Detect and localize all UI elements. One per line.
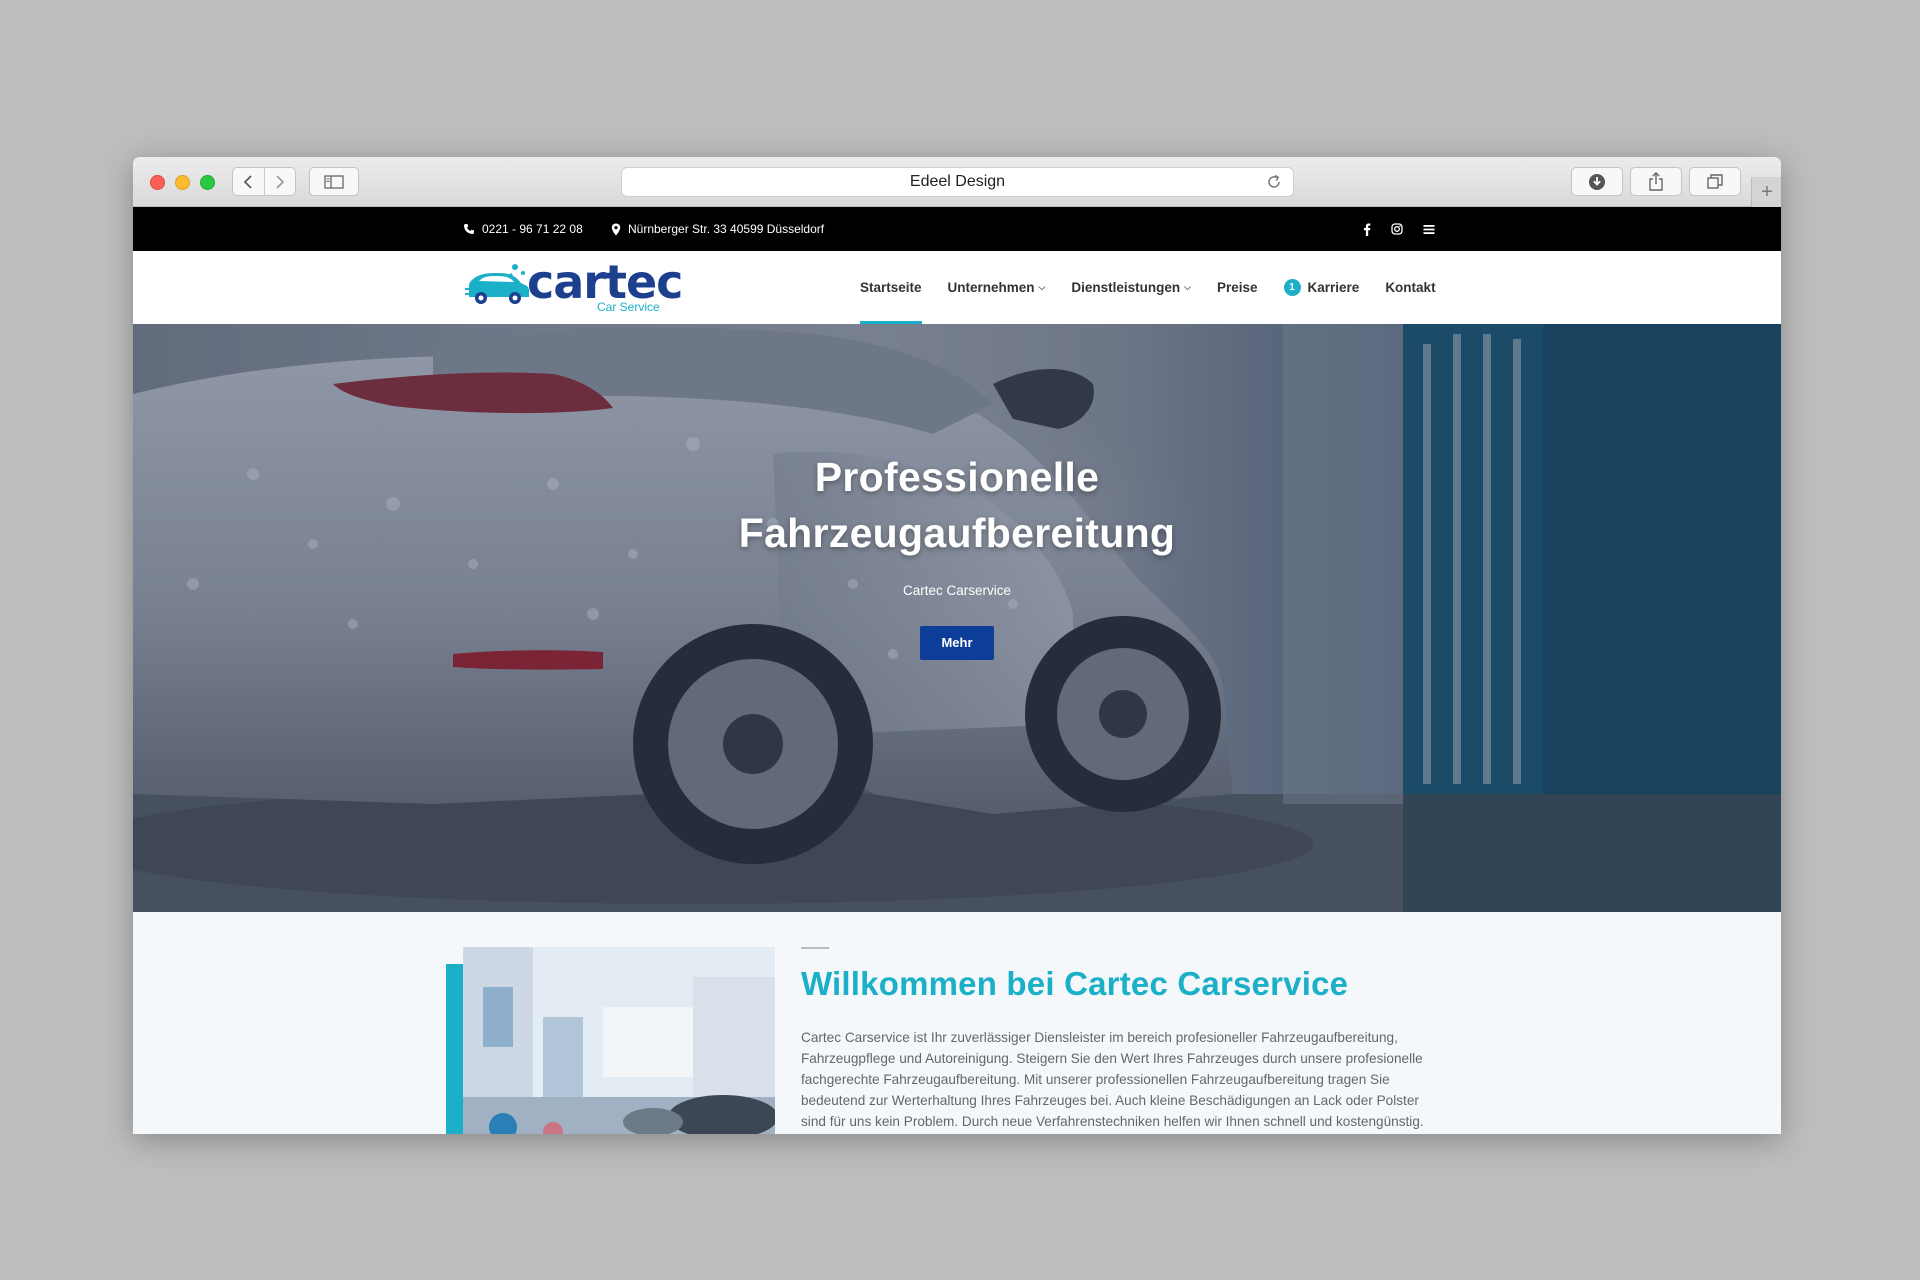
site-logo[interactable]: cartec Car Service bbox=[465, 255, 690, 317]
share-icon bbox=[1649, 171, 1663, 191]
topbar-address[interactable]: Nürnberger Str. 33 40599 Düsseldorf bbox=[611, 207, 824, 251]
new-tab-button[interactable]: + bbox=[1751, 177, 1781, 207]
reload-icon[interactable] bbox=[1265, 173, 1283, 191]
hero-title: Professionelle Fahrzeugaufbereitung bbox=[133, 449, 1781, 561]
forward-button[interactable] bbox=[265, 168, 296, 195]
title-divider bbox=[801, 947, 829, 949]
hero-subtitle: Cartec Carservice bbox=[902, 583, 1012, 598]
facebook-icon[interactable] bbox=[1363, 223, 1371, 236]
browser-toolbar: Edeel Design + bbox=[133, 157, 1781, 207]
main-navigation: Startseite Unternehmen ⌵ Dienstleistunge… bbox=[860, 251, 1462, 324]
hero-content: Professionelle Fahrzeugaufbereitung Cart… bbox=[133, 449, 1781, 660]
downloads-button[interactable] bbox=[1571, 167, 1623, 196]
site-header: cartec Car Service Startseite Unternehme… bbox=[133, 251, 1781, 324]
nav-item-karriere[interactable]: 1 Karriere bbox=[1283, 251, 1360, 324]
browser-window: Edeel Design + 0221 - 96 71 22 08 Nürnbe… bbox=[133, 157, 1781, 1134]
share-button[interactable] bbox=[1630, 167, 1682, 196]
car-wash-interior-photo bbox=[463, 947, 775, 1134]
nav-item-label: Kontakt bbox=[1385, 280, 1436, 295]
tabs-overview-button[interactable] bbox=[1689, 167, 1741, 196]
nav-item-label: Preise bbox=[1216, 280, 1258, 295]
nav-item-label: Unternehmen bbox=[947, 280, 1035, 295]
topbar-phone[interactable]: 0221 - 96 71 22 08 bbox=[463, 207, 583, 251]
contact-topbar: 0221 - 96 71 22 08 Nürnberger Str. 33 40… bbox=[133, 207, 1781, 251]
menu-icon[interactable] bbox=[1423, 224, 1435, 235]
nav-item-unternehmen[interactable]: Unternehmen ⌵ bbox=[948, 251, 1046, 324]
hero-title-line-1: Professionelle bbox=[814, 454, 1100, 500]
chevron-down-icon: ⌵ bbox=[1184, 282, 1191, 292]
sidebar-icon bbox=[324, 174, 344, 189]
history-nav bbox=[232, 167, 296, 196]
nav-item-label: Startseite bbox=[860, 280, 922, 295]
notification-badge: 1 bbox=[1283, 279, 1301, 296]
hero-banner: Professionelle Fahrzeugaufbereitung Cart… bbox=[133, 324, 1781, 912]
welcome-body-text: Cartec Carservice ist Ihr zuverlässiger … bbox=[801, 1030, 1424, 1129]
phone-number: 0221 - 96 71 22 08 bbox=[482, 222, 583, 236]
nav-item-preise[interactable]: Preise bbox=[1217, 251, 1258, 324]
nav-item-label: Dienstleistungen bbox=[1071, 280, 1181, 295]
sidebar-toggle-button[interactable] bbox=[309, 167, 359, 196]
map-pin-icon bbox=[611, 223, 621, 235]
tabs-icon bbox=[1707, 173, 1723, 189]
nav-item-kontakt[interactable]: Kontakt bbox=[1385, 251, 1435, 324]
minimize-window-button[interactable] bbox=[175, 175, 190, 190]
address-text: Nürnberger Str. 33 40599 Düsseldorf bbox=[628, 222, 825, 236]
chevron-right-icon bbox=[276, 174, 284, 189]
nav-item-dienstleistungen[interactable]: Dienstleistungen ⌵ bbox=[1071, 251, 1191, 324]
hero-mehr-button[interactable]: Mehr bbox=[920, 626, 994, 660]
car-wash-logo-icon bbox=[465, 264, 529, 304]
address-bar[interactable]: Edeel Design bbox=[621, 167, 1294, 197]
phone-icon bbox=[464, 224, 474, 234]
chevron-left-icon bbox=[244, 174, 252, 189]
showroom-image bbox=[463, 947, 775, 1134]
plus-icon: + bbox=[1761, 180, 1773, 203]
welcome-section: Willkommen bei Cartec Carservice Cartec … bbox=[133, 912, 1781, 1134]
download-icon bbox=[1589, 173, 1605, 190]
hero-title-line-2: Fahrzeugaufbereitung bbox=[738, 510, 1176, 556]
social-links bbox=[1363, 207, 1435, 251]
close-window-button[interactable] bbox=[150, 175, 165, 190]
nav-item-label: Karriere bbox=[1307, 280, 1360, 295]
address-text: Edeel Design bbox=[909, 173, 1006, 190]
back-button[interactable] bbox=[233, 168, 264, 195]
nav-item-startseite[interactable]: Startseite bbox=[860, 251, 922, 324]
instagram-icon[interactable] bbox=[1391, 223, 1403, 235]
logo-subtitle: Car Service bbox=[597, 300, 660, 314]
accent-bar bbox=[446, 964, 464, 1134]
welcome-title: Willkommen bei Cartec Carservice bbox=[801, 965, 1349, 1002]
zoom-window-button[interactable] bbox=[200, 175, 215, 190]
chevron-down-icon: ⌵ bbox=[1038, 282, 1046, 292]
